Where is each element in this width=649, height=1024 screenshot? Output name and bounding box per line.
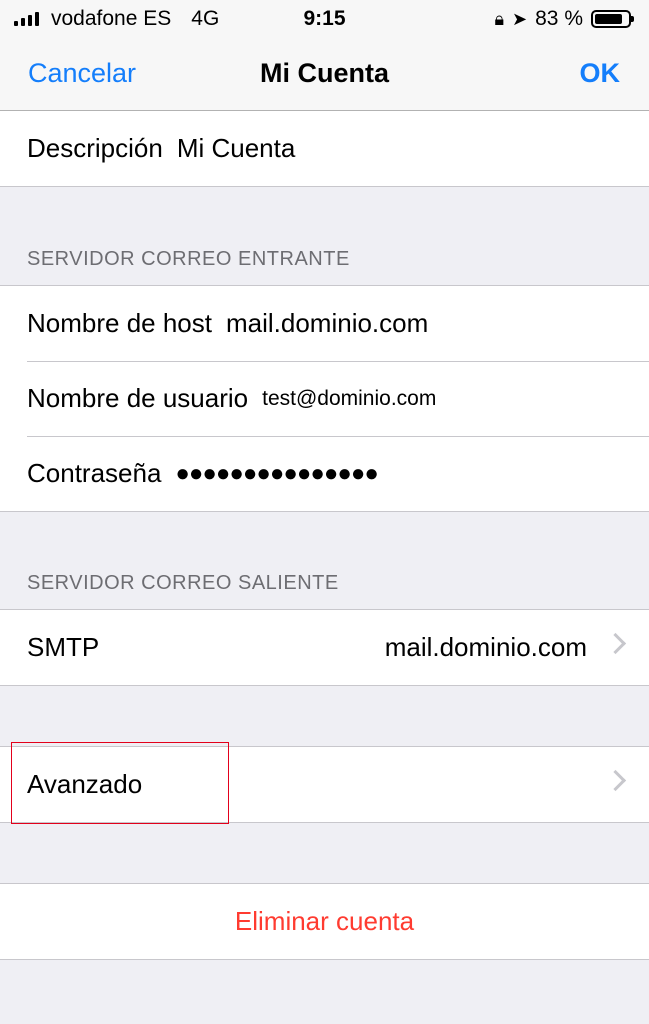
ok-button[interactable]: OK [580,58,621,89]
outgoing-server-section: SMTP mail.dominio.com [0,609,649,686]
smtp-label: SMTP [27,632,100,662]
username-field[interactable]: test@dominio.com [262,387,436,411]
delete-account-button[interactable]: Eliminar cuenta [0,884,649,959]
battery-percent: 83 % [535,7,583,30]
incoming-server-section: Nombre de host mail.dominio.com Nombre d… [0,285,649,512]
orientation-lock-icon: 🔒︎ [494,8,505,29]
password-row[interactable]: Contraseña ●●●●●●●●●●●●●●● [0,436,649,511]
password-field[interactable]: ●●●●●●●●●●●●●●● [175,460,378,488]
description-field[interactable]: Mi Cuenta [177,133,296,164]
password-label: Contraseña [27,458,162,488]
location-arrow-icon: ➤ [512,8,528,29]
smtp-value: mail.dominio.com [384,632,587,662]
description-row[interactable]: Descripción Mi Cuenta [0,111,649,186]
host-label: Nombre de host [27,308,212,338]
advanced-label: Avanzado [27,769,143,799]
host-field[interactable]: mail.dominio.com [226,308,428,339]
smtp-row[interactable]: SMTP mail.dominio.com [0,610,649,685]
advanced-row[interactable]: Avanzado [0,747,649,822]
host-row[interactable]: Nombre de host mail.dominio.com [0,286,649,361]
page-title: Mi Cuenta [259,58,389,88]
outgoing-server-header: SERVIDOR CORREO SALIENTE [27,572,339,594]
status-bar: vodafone ES 4G 9:15 🔒︎ ➤ 83 % [0,0,649,38]
advanced-section: Avanzado [0,746,649,823]
battery-fill [595,14,622,24]
battery-icon [591,10,634,28]
username-row[interactable]: Nombre de usuario test@dominio.com [0,361,649,436]
chevron-right-icon [604,769,627,792]
delete-section: Eliminar cuenta [0,883,649,960]
description-section: Descripción Mi Cuenta [0,111,649,187]
description-label: Descripción [27,133,163,163]
incoming-server-header: SERVIDOR CORREO ENTRANTE [27,248,350,270]
status-right: 🔒︎ ➤ 83 % [494,7,634,31]
username-label: Nombre de usuario [27,383,249,413]
navigation-bar: Cancelar Mi Cuenta OK [0,38,649,111]
chevron-right-icon [604,632,627,655]
